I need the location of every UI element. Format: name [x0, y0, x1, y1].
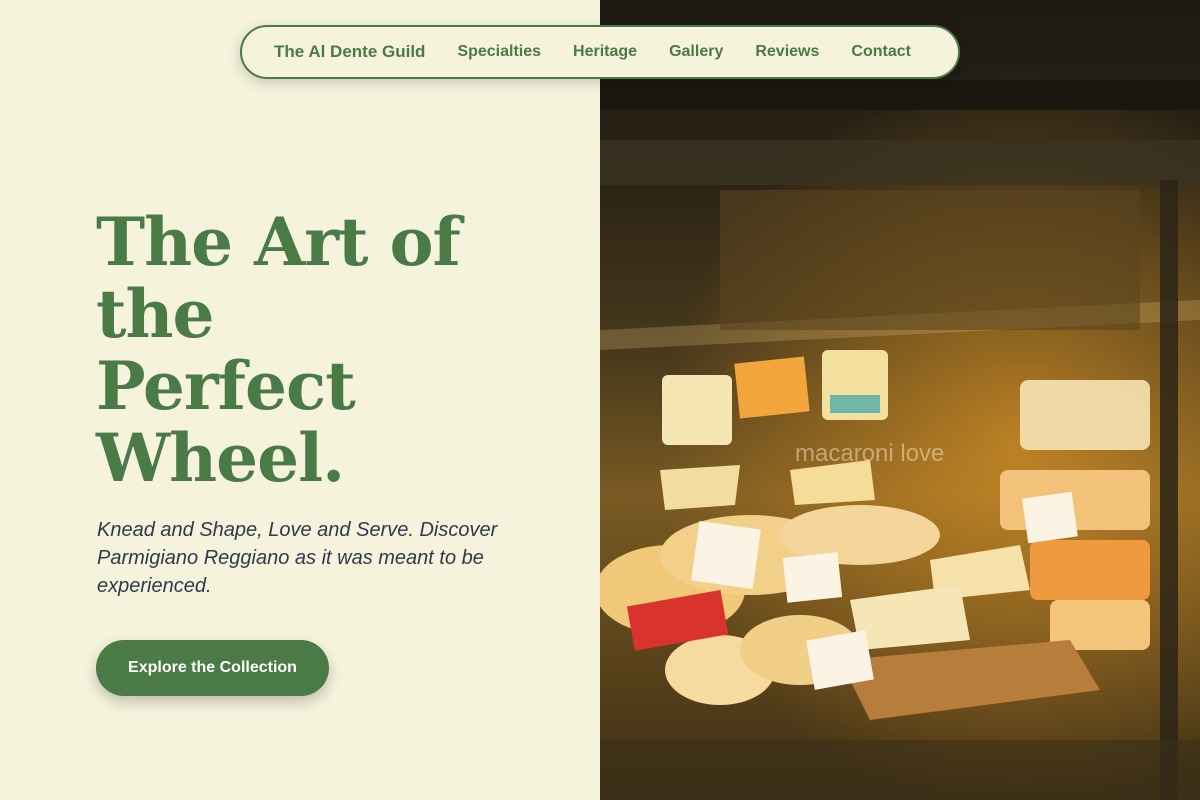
hero-title-line: Perfect — [96, 347, 356, 425]
nav-link-reviews[interactable]: Reviews — [755, 43, 819, 61]
brand-logo-link[interactable]: The Al Dente Guild — [274, 42, 425, 62]
hero-subtitle: Knead and Shape, Love and Serve. Discove… — [97, 519, 498, 597]
nav-link-contact[interactable]: Contact — [851, 43, 911, 61]
nav-link-gallery[interactable]: Gallery — [669, 43, 723, 61]
hero-title-line: The Art of — [96, 203, 461, 281]
cheese-display-photo: macaroni love — [600, 0, 1200, 800]
hero-title: The Art of the Perfect Wheel. — [96, 206, 556, 494]
cheese-display-illustration — [600, 80, 1200, 800]
explore-collection-button[interactable]: Explore the Collection — [96, 640, 329, 696]
photo-watermark: macaroni love — [795, 440, 945, 467]
hero-title-line: Wheel. — [96, 419, 345, 497]
nav-link-specialties[interactable]: Specialties — [457, 43, 541, 61]
top-navbar: The Al Dente Guild Specialties Heritage … — [240, 25, 960, 79]
nav-link-heritage[interactable]: Heritage — [573, 43, 637, 61]
hero-title-line: the — [96, 275, 214, 353]
